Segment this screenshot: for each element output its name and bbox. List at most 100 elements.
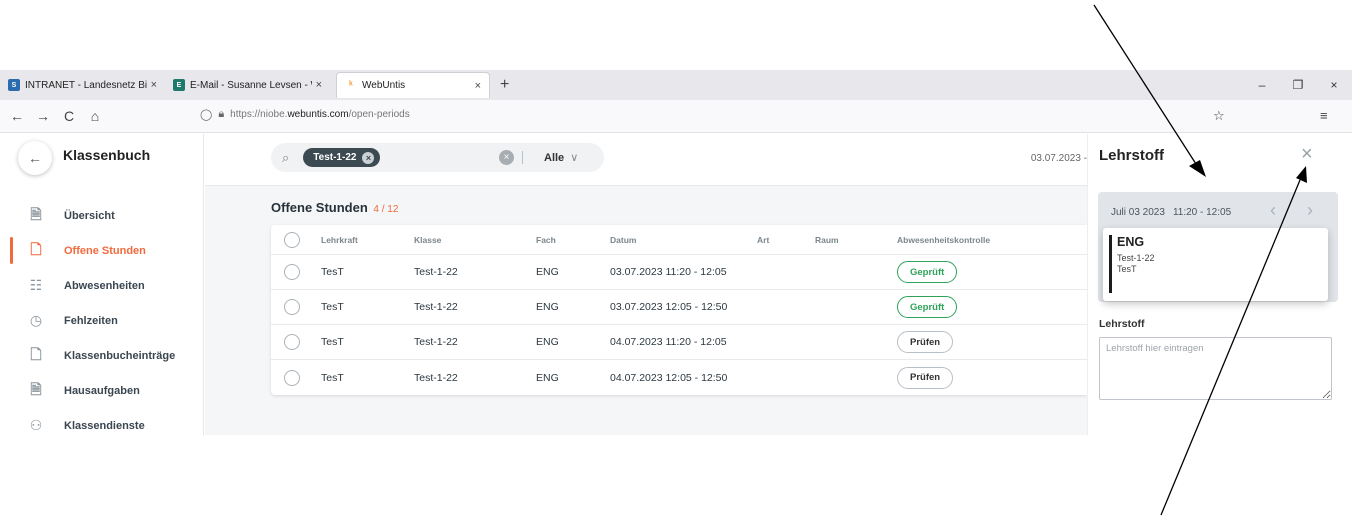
column-header-art[interactable]: Art (757, 235, 769, 245)
row-select-radio[interactable] (284, 334, 300, 350)
table-row[interactable]: TesT Test-1-22 ENG 03.07.2023 11:20 - 12… (271, 255, 1087, 290)
tab-close-icon[interactable]: × (316, 79, 322, 91)
cell-fach: ENG (536, 301, 559, 313)
cell-lehrkraft: TesT (321, 336, 344, 348)
column-header-lehrkraft[interactable]: Lehrkraft (321, 235, 358, 245)
page-title: Offene Stunden 4 / 12 (271, 200, 398, 215)
cell-klasse: Test-1-22 (414, 371, 458, 384)
back-button[interactable]: ← (18, 141, 52, 175)
table-row[interactable]: TesT Test-1-22 ENG 04.07.2023 11:20 - 12… (271, 325, 1087, 360)
browser-tab-email[interactable]: E E-Mail - Susanne Levsen - Web × (165, 70, 330, 100)
webuntis-app: ← Klassenbuch 🗎︎ Übersicht 🗋︎ Offene Stu… (0, 134, 1352, 435)
address-bar[interactable]: ◯ 🔒︎ https://niobe.webuntis.com/open-per… (200, 108, 410, 121)
status-button[interactable]: Geprüft (897, 296, 958, 318)
check-button[interactable]: Prüfen (897, 331, 954, 353)
period-time: 11:20 - 12:05 (1172, 207, 1232, 218)
filter-bar: ⌕ Test-1-22 × × Alle ∨ 03.07.2023 - (205, 134, 1087, 186)
sidebar-item-hausaufgaben[interactable]: 🗎︎ Hausaufgaben (0, 373, 204, 408)
chip-label: Test-1-22 (313, 152, 357, 163)
sidebar-item-uebersicht[interactable]: 🗎︎ Übersicht (0, 198, 204, 233)
close-icon[interactable]: × (1301, 144, 1313, 164)
shield-icon: ◯ (200, 109, 213, 121)
cell-klasse: Test-1-22 (414, 336, 458, 348)
row-select-radio[interactable] (284, 369, 300, 386)
cell-fach: ENG (536, 371, 559, 384)
date-range[interactable]: 03.07.2023 - (1031, 153, 1087, 164)
column-header-datum[interactable]: Datum (610, 235, 636, 245)
lesson-subject: ENG (1117, 235, 1145, 249)
lesson-teacher: TesT (1117, 264, 1137, 274)
table-header: Lehrkraft Klasse Fach Datum Art Raum Abw… (271, 225, 1087, 255)
filter-label: Alle (544, 152, 565, 164)
panel-title: Lehrstoff (1099, 147, 1164, 164)
cell-fach: ENG (536, 336, 559, 348)
mail-icon: E (173, 79, 185, 91)
clear-search-icon[interactable]: × (499, 150, 514, 165)
open-periods-table: Lehrkraft Klasse Fach Datum Art Raum Abw… (271, 225, 1087, 395)
column-header-abwesenheitskontrolle[interactable]: Abwesenheitskontrolle (897, 235, 990, 245)
status-filter-dropdown[interactable]: Alle ∨ (544, 151, 578, 164)
user-duty-icon: ⚇ (29, 417, 43, 433)
sidebar-item-offene-stunden[interactable]: 🗋︎ Offene Stunden (0, 233, 204, 268)
sidebar-item-label: Hausaufgaben (64, 384, 140, 397)
chip-remove-icon[interactable]: × (362, 151, 375, 164)
cell-datum: 04.07.2023 11:20 - 12:05 (610, 336, 727, 348)
period-date: Juli 03 2023 (1111, 207, 1165, 218)
lesson-class: Test-1-22 (1117, 253, 1155, 263)
sidebar-item-abwesenheiten[interactable]: ☷ Abwesenheiten (0, 268, 204, 303)
forward-arrow-icon[interactable]: → (32, 108, 54, 124)
window-close-icon[interactable]: × (1316, 78, 1352, 92)
lehrstoff-panel: Lehrstoff × Juli 03 2023 11:20 - 12:05 ‹ … (1087, 134, 1352, 435)
row-select-radio[interactable] (284, 299, 300, 315)
select-all-radio[interactable] (284, 231, 300, 248)
table-row[interactable]: TesT Test-1-22 ENG 03.07.2023 12:05 - 12… (271, 290, 1087, 325)
period-datetime: Juli 03 2023 11:20 - 12:05 (1111, 207, 1231, 218)
restore-icon[interactable]: ❐ (1280, 78, 1316, 92)
home-icon[interactable]: ⌂ (84, 108, 106, 124)
tab-close-icon[interactable]: × (475, 80, 481, 92)
sidebar-item-klassenbucheintraege[interactable]: 🗋︎ Klassenbucheinträge (0, 338, 204, 373)
sidebar-item-klassendienste[interactable]: ⚇ Klassendienste (0, 408, 204, 443)
lehrstoff-label: Lehrstoff (1099, 318, 1145, 330)
lesson-card[interactable]: ENG Test-1-22 TesT (1103, 228, 1328, 301)
sidebar-item-label: Klassenbucheinträge (64, 349, 176, 362)
table-row[interactable]: TesT Test-1-22 ENG 04.07.2023 12:05 - 12… (271, 360, 1087, 395)
tab-label: E-Mail - Susanne Levsen - Web (190, 79, 312, 91)
chevron-right-icon[interactable]: › (1307, 200, 1313, 221)
column-header-fach[interactable]: Fach (536, 235, 556, 245)
browser-tab-intranet[interactable]: S INTRANET - Landesnetz Bildung × (0, 70, 165, 100)
status-button[interactable]: Geprüft (897, 261, 958, 283)
column-header-klasse[interactable]: Klasse (414, 235, 441, 245)
sidebar-item-label: Übersicht (64, 209, 115, 222)
row-select-radio[interactable] (284, 264, 300, 280)
check-button[interactable]: Prüfen (897, 366, 954, 389)
search-input[interactable]: ⌕ Test-1-22 × × Alle ∨ (271, 143, 604, 172)
chevron-left-icon[interactable]: ‹ (1270, 200, 1276, 221)
page-title-text: Offene Stunden (271, 200, 368, 215)
cell-datum: 03.07.2023 11:20 - 12:05 (610, 266, 727, 278)
search-icon: ⌕ (282, 149, 290, 165)
app-title: Klassenbuch (63, 147, 151, 163)
browser-toolbar: ← → C ⌂ ◯ 🔒︎ https://niobe.webuntis.com/… (0, 100, 1352, 133)
new-tab-button[interactable]: + (500, 76, 509, 94)
cell-lehrkraft: TesT (321, 371, 344, 384)
webuntis-icon: ᵏ (349, 80, 353, 91)
back-arrow-icon[interactable]: ← (6, 108, 28, 124)
browser-tab-webuntis[interactable]: ᵏ WebUntis × (336, 72, 490, 98)
lehrstoff-textarea[interactable] (1099, 337, 1332, 400)
tab-label: INTRANET - Landesnetz Bildung (25, 79, 147, 91)
cell-klasse: Test-1-22 (414, 301, 458, 313)
tab-label: WebUntis (362, 80, 406, 91)
arrow-left-icon: ← (28, 150, 42, 166)
bookmark-star-icon[interactable]: ☆ (1213, 108, 1225, 124)
column-header-raum[interactable]: Raum (815, 235, 839, 245)
minimize-icon[interactable]: – (1244, 78, 1280, 92)
chevron-down-icon: ∨ (570, 152, 579, 164)
reload-icon[interactable]: C (58, 108, 80, 124)
sidebar-item-fehlzeiten[interactable]: ◷ Fehlzeiten (0, 303, 204, 338)
lesson-color-bar (1109, 235, 1112, 293)
class-filter-chip[interactable]: Test-1-22 × (303, 148, 381, 167)
sidebar-item-label: Klassendienste (64, 419, 145, 432)
hamburger-menu-icon[interactable]: ≡ (1320, 108, 1328, 123)
tab-close-icon[interactable]: × (151, 79, 157, 91)
